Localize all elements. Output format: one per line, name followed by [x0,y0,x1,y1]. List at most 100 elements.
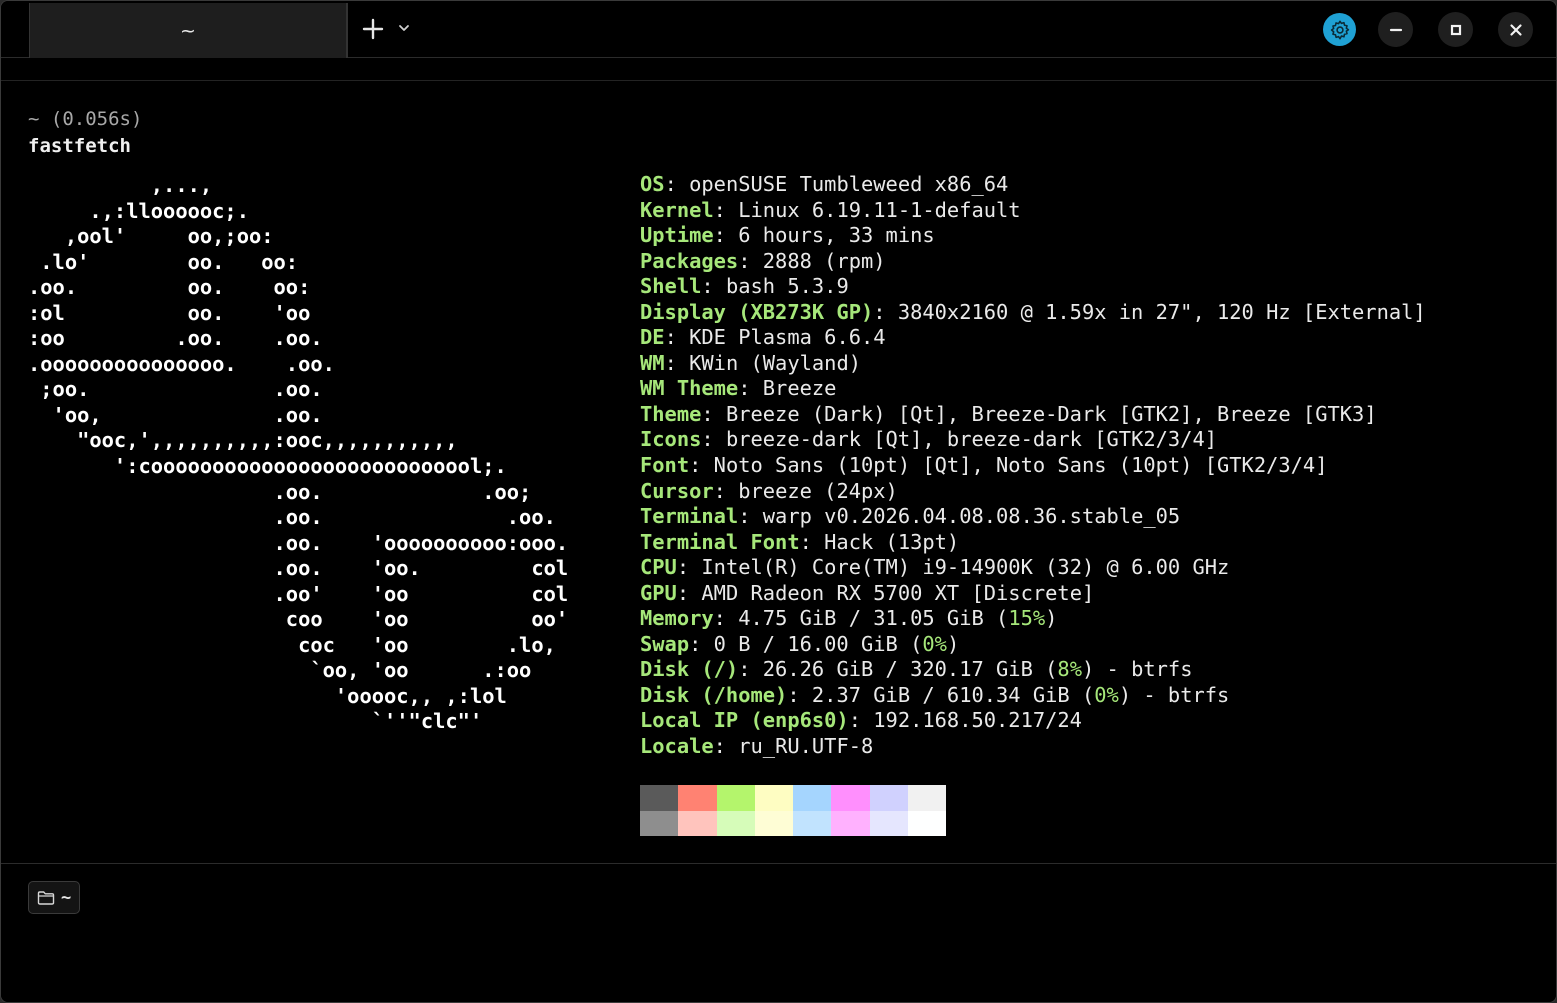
info-row: GPU: AMD Radeon RX 5700 XT [Discrete] [640,580,1095,605]
palette-swatch [716,810,755,836]
info-percent: 0% [922,631,947,656]
palette-swatch [793,785,832,811]
info-row: DE: KDE Plasma 6.6.4 [640,325,886,350]
folder-icon [37,890,55,905]
info-value: warp v0.2026.04.08.08.36.stable_05 [762,504,1181,529]
logo-line: 'ooooc,, ,:lol [28,683,507,708]
info-percent: 15% [1008,606,1046,631]
info-value: 26.26 GiB / 320.17 GiB ( [762,657,1058,682]
info-value: KWin (Wayland) [689,350,861,375]
minimize-button[interactable] [1378,12,1413,47]
palette-swatch [678,785,717,811]
palette-swatch [793,810,832,836]
info-row: Disk (/): 26.26 GiB / 320.17 GiB (8%) - … [640,657,1193,682]
color-palette [640,785,946,836]
info-value: KDE Plasma 6.6.4 [689,325,886,350]
logo-line: :ol oo. 'oo [28,300,311,325]
logo-line: .oo. .oo; [28,479,532,504]
minimize-icon [1389,28,1402,31]
info-key: Terminal [640,504,739,529]
info-row: Uptime: 6 hours, 33 mins [640,223,935,248]
info-value: AMD Radeon RX 5700 XT [Discrete] [701,580,1095,605]
info-percent: 8% [1057,657,1082,682]
logo-line: "ooc,',,,,,,,,,,:ooc,,,,,,,,,,, [28,428,458,453]
info-row: Icons: breeze-dark [Qt], breeze-dark [GT… [640,427,1218,452]
info-value: breeze-dark [Qt], breeze-dark [GTK2/3/4] [725,427,1218,452]
logo-line: .oo. 'oo. col [28,556,569,581]
logo-line: coo 'oo oo' [28,607,569,632]
close-icon [1509,23,1522,36]
maximize-button[interactable] [1438,12,1473,47]
info-row: Display (XB273K GP): 3840x2160 @ 1.59x i… [640,299,1426,324]
title-bar: ~ [1,1,1556,58]
info-key: WM [640,350,665,375]
info-value: ru_RU.UTF-8 [738,734,874,759]
block-context: ~ (0.056s) [28,108,143,130]
palette-swatch [640,785,679,811]
logo-line: .ooooooooooooooo. .oo. [28,351,335,376]
info-row: Swap: 0 B / 16.00 GiB (0%) [640,631,960,656]
palette-swatch [754,785,793,811]
block-command: fastfetch [28,135,131,157]
directory-chip[interactable]: ~ [28,881,81,914]
logo-line: .,:lloooooc;. [28,198,249,223]
info-key: Disk (/home) [640,682,788,707]
new-tab-button[interactable] [359,15,387,43]
info-value: 4.75 GiB / 31.05 GiB ( [738,606,1009,631]
command-input-area[interactable]: ~ [1,863,1556,1002]
palette-row-normal [640,785,946,811]
tab-menu-button[interactable] [395,19,413,37]
info-key: Memory [640,606,714,631]
chevron-down-icon [399,25,409,31]
info-row: Terminal: warp v0.2026.04.08.08.36.stabl… [640,504,1181,529]
palette-swatch [907,810,946,836]
info-value: Breeze (Dark) [Qt], Breeze-Dark [GTK2], … [725,401,1377,426]
palette-row-bright [640,810,946,836]
info-key: OS [640,172,665,196]
info-key: Local IP (enp6s0) [640,708,849,733]
logo-line: ;oo. .oo. [28,377,323,402]
logo-line: coc 'oo .lo, [28,632,556,657]
info-suffix: ) [1045,606,1058,631]
logo-line: .oo. oo. oo: [28,275,311,300]
info-value: 0 B / 16.00 GiB ( [713,631,923,656]
info-value: openSUSE Tumbleweed x86_64 [689,172,1009,196]
info-key: DE [640,325,665,350]
info-row: OS: openSUSE Tumbleweed x86_64 [640,172,1009,196]
info-value: 2888 (rpm) [762,248,886,273]
logo-line: `oo, 'oo .:oo [28,658,532,683]
palette-swatch [869,785,908,811]
settings-button[interactable] [1323,13,1356,46]
info-row: Kernel: Linux 6.19.11-1-default [640,197,1021,222]
info-value: breeze (24px) [738,478,898,503]
info-row: Memory: 4.75 GiB / 31.05 GiB (15%) [640,606,1058,631]
info-value: Hack (13pt) [824,529,960,554]
tab-home[interactable]: ~ [29,3,347,58]
logo-line: .oo. 'oooooooooo:ooo. [28,530,569,555]
logo-line: .oo. .oo. [28,505,556,530]
palette-swatch [831,785,870,811]
palette-swatch [640,810,679,836]
info-key: Cursor [640,478,714,503]
palette-swatch [754,810,793,836]
system-info: OS: openSUSE Tumbleweed x86_64 Kernel: Li… [640,172,1426,760]
terminal-output: ~ (0.056s) fastfetch ,..., .,:lloooooc;.… [1,81,1556,863]
logo-line: ,ool' oo,;oo: [28,224,274,249]
info-key: Uptime [640,223,714,248]
tab-title: ~ [180,19,196,42]
info-row: Packages: 2888 (rpm) [640,248,886,273]
logo-line: :oo .oo. .oo. [28,326,323,351]
info-key: Disk (/) [640,657,739,682]
info-row: Theme: Breeze (Dark) [Qt], Breeze-Dark [… [640,401,1377,426]
palette-swatch [678,810,717,836]
palette-swatch [907,785,946,811]
info-key: GPU [640,580,677,605]
close-button[interactable] [1498,12,1533,47]
info-key: Icons [640,427,702,452]
info-row: WM: KWin (Wayland) [640,350,861,375]
info-row: Shell: bash 5.3.9 [640,274,849,299]
terminal-window: ~ ~ (0.056s) fastfetch ,..., .,:lloooooc… [0,0,1557,1003]
plus-icon [362,18,384,40]
info-key: Terminal Font [640,529,800,554]
info-key: Shell [640,274,702,299]
